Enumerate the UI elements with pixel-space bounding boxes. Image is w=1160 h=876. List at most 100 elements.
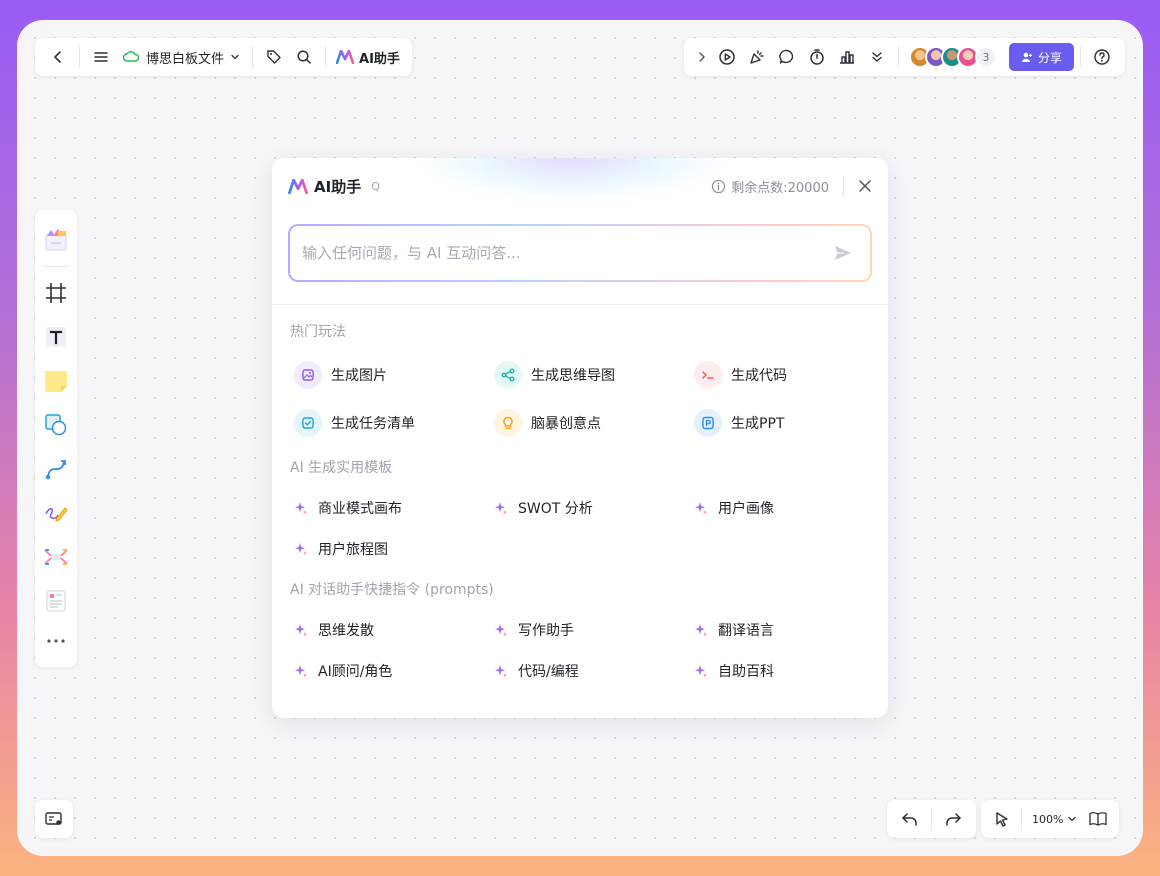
tag-button[interactable] xyxy=(259,42,289,72)
hot-feature-item[interactable]: 生成代码 xyxy=(694,351,888,399)
templates-grid: 商业模式画布 SWOT 分析 用户画像用户旅程图 xyxy=(272,487,888,569)
template-label: 用户旅程图 xyxy=(318,541,388,558)
book-open-icon xyxy=(1089,812,1108,826)
hot-feature-label: 生成思维导图 xyxy=(531,368,615,384)
connector-icon xyxy=(45,460,66,480)
sticky-note-icon xyxy=(45,371,67,392)
comment-button[interactable] xyxy=(772,42,802,72)
template-label: SWOT 分析 xyxy=(518,500,593,517)
hot-feature-item[interactable]: 生成思维导图 xyxy=(494,351,694,399)
frame-icon xyxy=(46,283,66,303)
mindmap-icon xyxy=(494,361,522,389)
prompt-label: 思维发散 xyxy=(318,622,374,639)
dialog-divider xyxy=(272,304,888,305)
more-tools-menu[interactable] xyxy=(35,623,77,659)
guide-button[interactable] xyxy=(1083,804,1113,834)
shapes-icon xyxy=(45,414,67,436)
dialog-title-group: AI助手 Q xyxy=(288,176,380,197)
zoom-dropdown[interactable]: 100% xyxy=(1026,813,1083,826)
search-icon xyxy=(297,50,311,64)
hot-feature-label: 生成图片 xyxy=(331,368,387,384)
template-item[interactable]: 用户旅程图 xyxy=(294,528,494,569)
prompt-item[interactable]: 自助百科 xyxy=(694,650,888,691)
menu-icon xyxy=(94,52,108,62)
document-tool[interactable] xyxy=(35,579,77,623)
prompt-item[interactable]: 翻译语言 xyxy=(694,609,888,650)
mindmap-tool[interactable] xyxy=(35,535,77,579)
sticky-note-tool[interactable] xyxy=(35,359,77,403)
close-dialog-button[interactable] xyxy=(843,176,872,196)
vote-button[interactable] xyxy=(832,42,862,72)
hot-feature-item[interactable]: 生成任务清单 xyxy=(294,399,494,447)
template-item[interactable]: 商业模式画布 xyxy=(294,487,494,528)
search-button[interactable] xyxy=(289,42,319,72)
template-item[interactable]: SWOT 分析 xyxy=(494,487,694,528)
hot-features-grid: 生成图片 生成思维导图 生成代码生成任务清单 脑暴创意点 生成PPT xyxy=(272,351,888,447)
celebrate-button[interactable] xyxy=(742,42,772,72)
ai-assistant-button[interactable]: AI助手 xyxy=(332,48,404,67)
file-name-dropdown[interactable]: 博思白板文件 xyxy=(116,48,246,67)
question-input-box xyxy=(290,226,870,280)
sparkle-icon xyxy=(494,501,508,515)
question-input[interactable] xyxy=(302,244,828,262)
chevron-right-icon xyxy=(699,52,705,62)
prompt-item[interactable]: 写作助手 xyxy=(494,609,694,650)
redo-button[interactable] xyxy=(934,804,972,834)
text-tool[interactable] xyxy=(35,315,77,359)
prompt-item[interactable]: 思维发散 xyxy=(294,609,494,650)
sparkle-icon xyxy=(294,623,308,637)
remaining-points: 剩余点数:20000 xyxy=(711,177,829,196)
ai-logo-icon xyxy=(336,50,355,64)
more-horizontal-icon xyxy=(47,639,65,643)
sparkle-icon xyxy=(494,664,508,678)
hot-feature-item[interactable]: 生成图片 xyxy=(294,351,494,399)
prompt-item[interactable]: AI顾问/角色 xyxy=(294,650,494,691)
collaborator-count: 3 xyxy=(974,46,997,68)
party-popper-icon xyxy=(750,50,764,64)
template-item[interactable]: 用户画像 xyxy=(694,487,888,528)
prompt-item[interactable]: 代码/编程 xyxy=(494,650,694,691)
close-icon xyxy=(859,180,871,192)
template-label: 商业模式画布 xyxy=(318,500,402,517)
send-icon xyxy=(835,246,851,260)
timer-button[interactable] xyxy=(802,42,832,72)
hot-feature-item[interactable]: 生成PPT xyxy=(694,399,888,447)
select-tool-button[interactable] xyxy=(987,804,1017,834)
whiteboard-canvas[interactable]: 博思白板文件 AI助手 3 分享 100% AI助手 Q 剩余点数:20000 … xyxy=(17,20,1143,856)
connector-tool[interactable] xyxy=(35,447,77,491)
zoom-level: 100% xyxy=(1032,812,1064,826)
template-library-icon xyxy=(45,229,67,251)
frame-tool[interactable] xyxy=(35,271,77,315)
top-left-toolbar: 博思白板文件 AI助手 xyxy=(35,38,412,76)
sparkle-icon xyxy=(294,501,308,515)
present-button[interactable] xyxy=(712,42,742,72)
hot-feature-item[interactable]: 脑暴创意点 xyxy=(494,399,694,447)
sparkle-icon xyxy=(694,623,708,637)
expand-toolbar-button[interactable] xyxy=(692,42,712,72)
chevron-down-icon xyxy=(231,54,239,60)
template-tool[interactable] xyxy=(35,218,77,262)
bar-chart-icon xyxy=(839,51,854,64)
prompt-label: AI顾问/角色 xyxy=(318,663,393,680)
cloud-sync-icon xyxy=(122,51,140,62)
ai-assistant-dialog: AI助手 Q 剩余点数:20000 热门玩法 生成图片 生成思维导图 生成代码生成任… xyxy=(272,158,888,718)
share-button[interactable]: 分享 xyxy=(1008,43,1074,71)
ai-assistant-label: AI助手 xyxy=(359,51,400,67)
redo-icon xyxy=(946,813,961,826)
minimap-icon xyxy=(45,812,62,825)
help-icon xyxy=(1094,49,1110,65)
menu-button[interactable] xyxy=(86,42,116,72)
info-icon xyxy=(712,179,726,193)
send-button[interactable] xyxy=(828,238,858,268)
comment-icon xyxy=(779,49,794,64)
pen-tool[interactable] xyxy=(35,491,77,535)
collaborator-avatars[interactable]: 3 xyxy=(908,46,997,68)
add-user-icon xyxy=(1021,52,1032,62)
help-button[interactable] xyxy=(1087,42,1117,72)
shape-tool[interactable] xyxy=(35,403,77,447)
undo-button[interactable] xyxy=(891,804,929,834)
more-tools-button[interactable] xyxy=(862,42,892,72)
minimap-button[interactable] xyxy=(39,804,69,834)
image-icon xyxy=(294,361,322,389)
back-button[interactable] xyxy=(43,42,73,72)
